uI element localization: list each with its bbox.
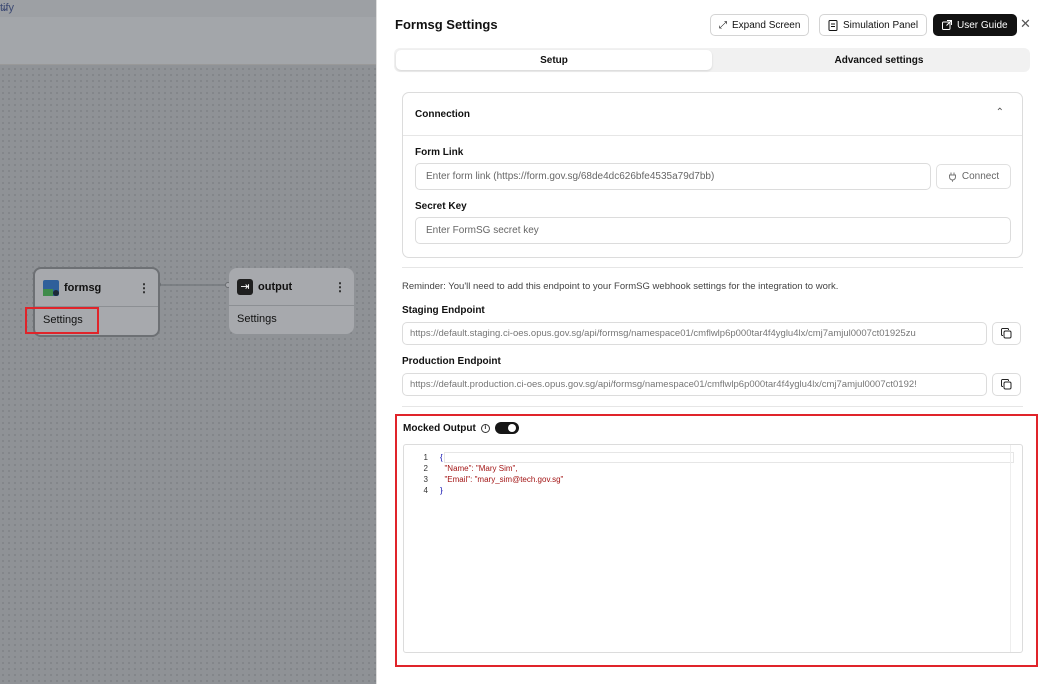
panel-title: Formsg Settings: [395, 17, 498, 32]
workflow-canvas[interactable]: tify ⌄ formsg ⋮ Settings ⇥ output ⋮ Sett…: [0, 0, 376, 684]
mocked-output-header: Mocked Output i: [403, 422, 519, 434]
editor-scrollbar[interactable]: [1010, 445, 1022, 652]
output-node[interactable]: ⇥ output ⋮ Settings: [229, 268, 354, 334]
code-line: 1 {: [404, 453, 443, 463]
line-number: 2: [423, 464, 428, 473]
formsg-logo-icon: [43, 280, 59, 296]
simulation-panel-label: Simulation Panel: [843, 19, 919, 31]
highlight-box: [25, 307, 99, 334]
node-connection-edge: [158, 284, 230, 286]
webhook-reminder: Reminder: You'll need to add this endpoi…: [402, 281, 839, 292]
line-number: 1: [423, 453, 428, 462]
copy-icon: [1001, 328, 1012, 339]
output-icon: ⇥: [237, 279, 253, 295]
node-label: output: [258, 281, 293, 293]
chevron-up-icon[interactable]: ⌃: [996, 107, 1004, 118]
expand-screen-label: Expand Screen: [732, 19, 801, 31]
line-number: 3: [423, 475, 428, 484]
simulation-panel-button[interactable]: Simulation Panel: [819, 14, 928, 36]
expand-screen-button[interactable]: ⤢ Expand Screen: [710, 14, 810, 36]
json-code-editor[interactable]: 1 { 2 "Name": "Mary Sim", 3 "Email": "ma…: [403, 444, 1023, 653]
user-guide-button[interactable]: User Guide: [933, 14, 1017, 36]
code-line: 4 }: [404, 486, 443, 496]
close-icon[interactable]: ✕: [1020, 16, 1031, 32]
line-text: "Name": "Mary Sim",: [440, 464, 518, 473]
toggle-knob: [507, 424, 516, 432]
copy-staging-button[interactable]: [992, 322, 1021, 345]
info-icon[interactable]: i: [480, 423, 490, 433]
user-guide-label: User Guide: [957, 19, 1008, 31]
form-link-label: Form Link: [415, 147, 464, 158]
mocked-output-toggle[interactable]: [494, 422, 519, 434]
mocked-output-label: Mocked Output: [403, 422, 476, 434]
copy-production-button[interactable]: [992, 373, 1021, 396]
canvas-topbar: tify ⌄: [0, 0, 376, 17]
staging-endpoint-label: Staging Endpoint: [402, 305, 485, 316]
production-endpoint-label: Production Endpoint: [402, 356, 501, 367]
plug-icon: [948, 172, 956, 182]
divider: [402, 406, 1023, 407]
document-icon: [828, 19, 838, 31]
settings-tabs: Setup Advanced settings: [394, 48, 1030, 72]
tab-setup[interactable]: Setup: [396, 50, 712, 70]
secret-key-input[interactable]: Enter FormSG secret key: [415, 217, 1011, 244]
form-link-input[interactable]: Enter form link (https://form.gov.sg/68d…: [415, 163, 931, 190]
node-divider: [229, 305, 354, 306]
secret-key-label: Secret Key: [415, 201, 467, 212]
mocked-output-section: Mocked Output i 1 { 2 "Name": "Mary Sim"…: [395, 414, 1038, 667]
connection-section: Connection ⌃ Form Link Enter form link (…: [402, 92, 1023, 258]
expand-icon: ⤢: [719, 19, 727, 31]
line-text: {: [440, 453, 443, 462]
line-text: }: [440, 486, 443, 495]
connection-title: Connection: [415, 109, 470, 120]
settings-panel: Formsg Settings ⤢ Expand Screen Simulati…: [376, 0, 1048, 684]
node-label: formsg: [64, 282, 102, 294]
connect-label: Connect: [961, 171, 1000, 182]
canvas-toolbar: [0, 17, 376, 65]
tab-advanced-settings[interactable]: Advanced settings: [730, 50, 1028, 70]
staging-endpoint-field[interactable]: https://default.staging.ci-oes.opus.gov.…: [402, 322, 987, 345]
breadcrumb[interactable]: tify ⌄: [0, 1, 14, 14]
external-link-icon: [942, 20, 952, 30]
line-number: 4: [423, 486, 428, 495]
code-line: 2 "Name": "Mary Sim",: [404, 464, 518, 474]
line-text: "Email": "mary_sim@tech.gov.sg": [440, 475, 564, 484]
copy-icon: [1001, 379, 1012, 390]
divider: [402, 267, 1023, 268]
connect-button[interactable]: Connect: [936, 164, 1011, 189]
code-line: 3 "Email": "mary_sim@tech.gov.sg": [404, 475, 564, 485]
node-menu-icon[interactable]: ⋮: [334, 280, 346, 294]
node-menu-icon[interactable]: ⋮: [138, 281, 150, 295]
section-divider: [403, 135, 1022, 136]
node-settings-link[interactable]: Settings: [237, 313, 277, 325]
active-line-highlight: [444, 452, 1014, 463]
production-endpoint-field[interactable]: https://default.production.ci-oes.opus.g…: [402, 373, 987, 396]
